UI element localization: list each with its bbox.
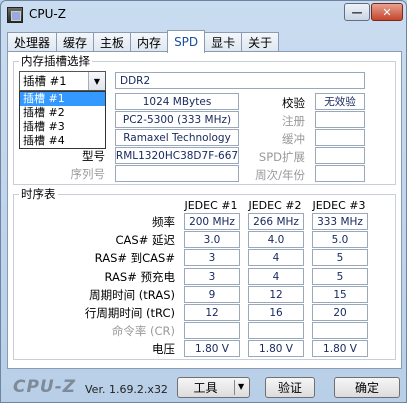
footer-bar: CPU-Z Ver. 1.69.2.x32 工具 ▼ 验证 确定 <box>1 370 406 403</box>
serial-number-field <box>115 165 239 182</box>
chevron-down-icon[interactable]: ▼ <box>238 382 244 391</box>
timing-value-field: 333 MHz <box>312 213 368 230</box>
timing-value-field: 15 <box>312 286 368 303</box>
slot-select-value: 插槽 #1 <box>23 74 67 88</box>
tab-cpu[interactable]: 处理器 <box>7 32 58 52</box>
timing-value-field: 5 <box>312 268 368 285</box>
tab-spd[interactable]: SPD <box>167 30 206 53</box>
tools-button-label: 工具 <box>193 381 218 395</box>
timing-row-label: 行周期时间 (tRC) <box>84 306 175 320</box>
correction-label: 校验 <box>282 96 305 110</box>
week-year-field <box>315 165 365 182</box>
chevron-down-icon[interactable]: ▼ <box>88 72 105 90</box>
tools-button[interactable]: 工具 ▼ <box>177 377 250 398</box>
memory-type-field: DDR2 <box>115 72 365 89</box>
timing-row-label: 电压 <box>152 342 175 356</box>
slot-dropdown-list: 插槽 #1 插槽 #2 插槽 #3 插槽 #4 <box>19 91 106 149</box>
slot-option[interactable]: 插槽 #2 <box>20 106 105 120</box>
timing-value-field: 3 <box>184 249 240 266</box>
slot-option[interactable]: 插槽 #3 <box>20 120 105 134</box>
cpuz-window: CPU-Z — ✕ 处理器 缓存 主板 内存 SPD 显卡 关于 内存插槽选择 … <box>0 0 407 403</box>
correction-field: 无效验 <box>315 93 365 110</box>
module-size-field: 1024 MBytes <box>115 93 239 110</box>
part-number-field: RML1320HC38D7F-667 <box>115 147 239 164</box>
timing-value-field: 16 <box>248 304 304 321</box>
timing-value-field: 1.80 V <box>312 340 368 357</box>
slot-option[interactable]: 插槽 #1 <box>20 92 105 106</box>
timing-row-label: 频率 <box>152 215 175 229</box>
timing-value-field: 266 MHz <box>248 213 304 230</box>
tab-memory[interactable]: 内存 <box>130 32 169 52</box>
slot-option[interactable]: 插槽 #4 <box>20 134 105 148</box>
timing-value-field: 4.0 <box>248 231 304 248</box>
timing-value-field <box>312 322 368 339</box>
week-year-label: 周次/年份 <box>255 168 305 182</box>
validate-button[interactable]: 验证 <box>265 377 315 398</box>
window-title: CPU-Z <box>29 7 66 21</box>
tools-button-separator <box>234 380 235 395</box>
timing-value-field: 3 <box>184 268 240 285</box>
timing-value-field: 1.80 V <box>184 340 240 357</box>
spd-ext-label: SPD扩展 <box>258 150 305 164</box>
timing-value-field: 9 <box>184 286 240 303</box>
slot-select[interactable]: 插槽 #1 ▼ <box>19 71 106 91</box>
tab-graphics[interactable]: 显卡 <box>204 32 243 52</box>
buffered-field <box>315 129 365 146</box>
timing-value-field: 12 <box>248 286 304 303</box>
timing-value-field: 200 MHz <box>184 213 240 230</box>
timing-value-field: 12 <box>184 304 240 321</box>
timing-value-field: 3.0 <box>184 231 240 248</box>
timing-column-header: JEDEC #1 <box>184 199 238 212</box>
version-label: Ver. 1.69.2.x32 <box>85 383 168 396</box>
timing-row-label: 命令率 (CR) <box>111 324 175 338</box>
registered-field <box>315 111 365 128</box>
timing-value-field <box>248 322 304 339</box>
serial-number-label: 序列号 <box>70 167 106 181</box>
timing-row-label: RAS# 预充电 <box>104 270 175 284</box>
timing-value-field: 4 <box>248 249 304 266</box>
cpuz-logo: CPU-Z <box>13 377 77 397</box>
timing-column-header: JEDEC #3 <box>312 199 366 212</box>
manufacturer-field: Ramaxel Technology <box>115 129 239 146</box>
timing-value-field: 5 <box>312 249 368 266</box>
registered-label: 注册 <box>282 114 305 128</box>
buffered-label: 缓冲 <box>282 132 305 146</box>
timing-value-field: 1.80 V <box>248 340 304 357</box>
spd-ext-field <box>315 147 365 164</box>
timing-value-field: 20 <box>312 304 368 321</box>
timing-value-field: 5.0 <box>312 231 368 248</box>
tab-caches[interactable]: 缓存 <box>56 32 95 52</box>
timing-value-field <box>184 322 240 339</box>
timing-row-label: CAS# 延迟 <box>115 233 176 247</box>
ok-button[interactable]: 确定 <box>334 377 400 398</box>
minimize-button[interactable]: — <box>344 3 370 21</box>
tab-bar: 处理器 缓存 主板 内存 SPD 显卡 关于 <box>7 30 280 53</box>
timing-column-header: JEDEC #2 <box>248 199 302 212</box>
tab-mainboard[interactable]: 主板 <box>93 32 132 52</box>
timing-value-field: 4 <box>248 268 304 285</box>
slot-group-title: 内存插槽选择 <box>19 53 92 69</box>
tab-about[interactable]: 关于 <box>241 32 280 52</box>
max-bandwidth-field: PC2-5300 (333 MHz) <box>115 111 239 128</box>
cpuz-app-icon <box>7 7 23 23</box>
timing-row-label: RAS# 到CAS# <box>94 251 175 265</box>
timing-row-label: 周期时间 (tRAS) <box>89 288 175 302</box>
timing-group-title: 时序表 <box>19 186 58 202</box>
close-button[interactable]: ✕ <box>371 3 403 21</box>
part-number-label: 型号 <box>82 149 105 163</box>
title-bar[interactable]: CPU-Z — ✕ <box>1 1 406 29</box>
